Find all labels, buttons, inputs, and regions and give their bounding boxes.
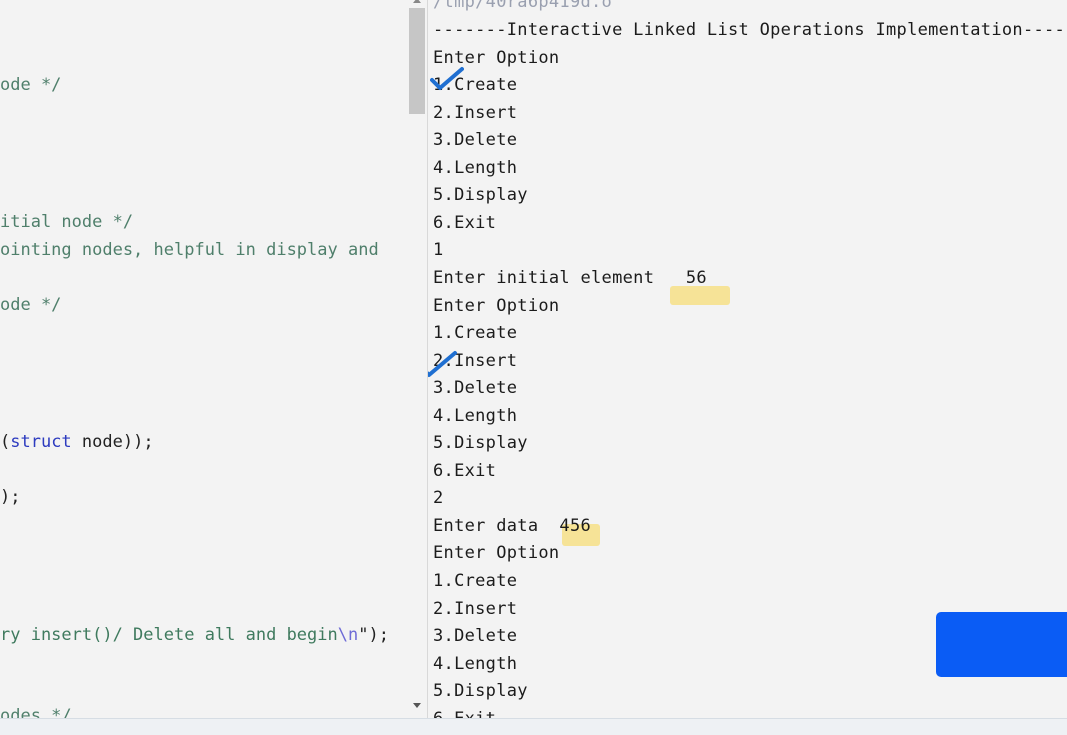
terminal-line: 2 [433, 488, 444, 509]
terminal-line: 6.Exit [433, 709, 496, 718]
terminal-line: 6.Exit [433, 212, 497, 233]
terminal-line: 4.Length [433, 653, 518, 674]
terminal-line: 4.Length [433, 405, 518, 426]
code-line: ); [0, 487, 21, 507]
terminal-line: Enter initial element 56 [433, 267, 707, 288]
code-token: "); [358, 625, 389, 645]
terminal-line: 5.Display [433, 433, 528, 454]
terminal-path: /tmp/40ra6p419d.o [433, 0, 613, 12]
terminal-line: 2.Insert [433, 598, 518, 619]
terminal-line: Enter data 456 [433, 515, 592, 536]
code-token: node)); [71, 432, 154, 452]
code-line: (struct node)); [0, 432, 154, 452]
terminal-line: 2.Insert [433, 102, 518, 123]
terminal-line: 1.Create [433, 323, 518, 344]
checkmark-icon [430, 67, 464, 90]
code-line: odes */ [0, 706, 72, 718]
code-line: ode */ [0, 295, 62, 315]
terminal-line: 5.Display [433, 681, 528, 702]
terminal-line: 1 [433, 240, 444, 261]
escape-token: \n [337, 625, 359, 645]
keyword-token: struct [10, 432, 72, 452]
terminal-output[interactable]: /tmp/40ra6p419d.o -------Interactive Lin… [428, 0, 1067, 718]
scroll-down-arrow-icon[interactable] [413, 703, 421, 708]
terminal-line: 6.Exit [433, 460, 497, 481]
code-line: ode */ [0, 75, 62, 95]
terminal-line: 3.Delete [433, 130, 518, 151]
terminal-line: 3.Delete [433, 378, 518, 399]
run-button[interactable] [936, 612, 1067, 677]
terminal-line: Enter Option [433, 295, 560, 316]
code-line: itial node */ [0, 212, 134, 232]
code-editor[interactable]: ode */ itial node */ ointing nodes, help… [0, 0, 407, 718]
terminal-line: 1.Create [433, 571, 518, 591]
terminal-line: 3.Delete [433, 626, 518, 647]
code-line: ointing nodes, helpful in display and [0, 240, 379, 260]
highlight-mark [670, 286, 730, 305]
scrollbar-thumb[interactable] [409, 8, 425, 114]
terminal-line: 4.Length [433, 157, 518, 178]
scroll-up-arrow-icon[interactable] [413, 0, 421, 3]
bottom-status-bar [0, 718, 1067, 735]
checkmark-icon [428, 351, 457, 377]
editor-scrollbar[interactable] [407, 0, 428, 718]
terminal-line: Enter Option [433, 47, 560, 68]
code-token: ( [0, 432, 11, 452]
code-line: ry insert()/ Delete all and begin\n"); [0, 625, 389, 645]
terminal-line: Enter Option [433, 543, 560, 564]
code-token: ry insert()/ Delete all and begin [0, 625, 338, 645]
terminal-line: -------Interactive Linked List Operation… [433, 20, 1067, 40]
terminal-line: 5.Display [433, 185, 528, 206]
